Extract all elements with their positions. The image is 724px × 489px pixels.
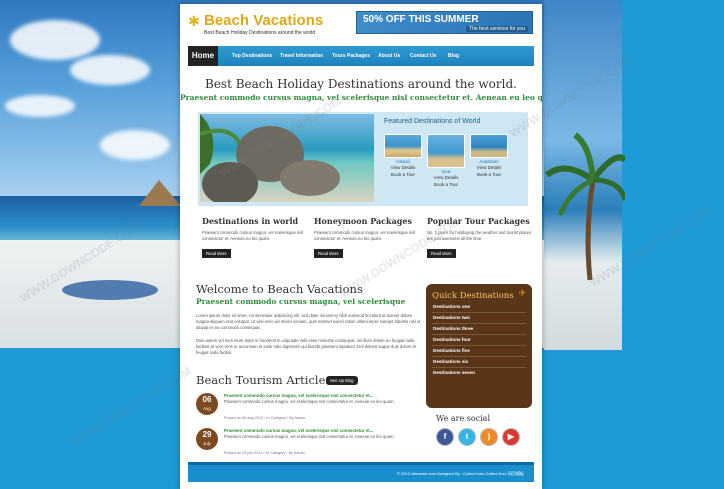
divider — [432, 323, 526, 324]
article-item: 29 July Praesent commodo cursus magna, v… — [196, 428, 406, 462]
article-meta: Posted on 29 july 2012 / In Category / B… — [224, 451, 305, 455]
quick-destination-link[interactable]: Destinations one — [433, 304, 470, 309]
welcome-title: Welcome to Beach Vacations — [196, 282, 363, 296]
quick-destination-link[interactable]: Destinations four — [433, 337, 471, 342]
column-title: Honeymoon Packages — [314, 216, 412, 226]
book-tour-link[interactable]: Book a Tour — [384, 171, 422, 178]
see-blog-button[interactable]: See Up Blog — [326, 376, 358, 385]
column-text: Praesent commodo cursus magna, vel scele… — [202, 230, 304, 241]
plane-icon: ✈ — [518, 288, 526, 298]
divider — [432, 356, 526, 357]
beach-rocks-image — [200, 114, 340, 202]
featured-card-andaman: Andaman View Details Book a Tour — [470, 134, 508, 178]
article-excerpt: Praesent commodo cursus magna, vel scele… — [224, 434, 395, 439]
background-cloud — [10, 20, 100, 60]
book-tour-link[interactable]: Book a Tour — [470, 171, 508, 178]
article-item: 06 Aug Praesent commodo cursus magna, ve… — [196, 393, 406, 427]
background-right-panel — [622, 0, 724, 489]
twitter-icon[interactable]: t — [458, 428, 476, 446]
destination-thumbnail[interactable] — [427, 134, 465, 168]
book-tour-link[interactable]: Book a Tour — [427, 181, 465, 188]
featured-photo[interactable] — [200, 114, 374, 202]
nav-top-destinations[interactable]: Top Destinations — [232, 46, 272, 66]
nav-home[interactable]: Home — [188, 46, 218, 66]
nav-blog[interactable]: Blog — [448, 46, 459, 66]
footer: © 2012 sitename.com Designed By : Collec… — [188, 462, 534, 482]
read-more-button[interactable]: Read More — [314, 249, 343, 258]
palm-tree-icon — [545, 132, 625, 280]
destination-thumbnail[interactable] — [470, 134, 508, 158]
beach-shadow — [62, 280, 158, 300]
social-title: We are social — [436, 414, 491, 423]
nav-tours-packages[interactable]: Tours Packages — [332, 46, 370, 66]
read-more-button[interactable]: Read More — [202, 249, 231, 258]
quick-destinations-panel: Quick Destinations ✈ Destinations one De… — [426, 284, 532, 408]
column-destinations: Destinations in world Praesent commodo c… — [202, 216, 310, 260]
rss-icon[interactable]: ) — [480, 428, 498, 446]
article-meta: Posted on 06 aug 2012 / In Category / By… — [224, 416, 306, 420]
background-cloud — [70, 55, 150, 85]
column-title: Popular Tour Packages — [427, 216, 530, 226]
header: ✱ Beach Vacations Best Beach Holiday Des… — [180, 4, 542, 46]
youtube-icon[interactable]: ▶ — [502, 428, 520, 446]
divider — [432, 367, 526, 368]
article-title-link[interactable]: Praesent commodo cursus magna, vel scele… — [224, 393, 373, 398]
logo-tagline: Best Beach Holiday Destinations around t… — [204, 30, 316, 36]
main-page: ✱ Beach Vacations Best Beach Holiday Des… — [180, 4, 542, 489]
welcome-section: Welcome to Beach Vacations Praesent comm… — [196, 282, 426, 356]
article-title-link[interactable]: Praesent commodo cursus magna, vel scele… — [224, 428, 373, 433]
quick-destination-link[interactable]: Destinations two — [433, 315, 470, 320]
column-text: Praesent commodo cursus magna, vel scele… — [314, 230, 416, 241]
view-details-link[interactable]: View Details — [427, 174, 465, 181]
footer-text: © 2012 sitename.com Designed By : Collec… — [397, 471, 524, 476]
column-honeymoon: Honeymoon Packages Praesent commodo curs… — [314, 216, 422, 260]
promo-banner[interactable]: 50% OFF THIS SUMMER The best services fo… — [356, 11, 533, 34]
promo-banner-title: 50% OFF THIS SUMMER — [363, 14, 479, 25]
view-details-link[interactable]: View Details — [470, 164, 508, 171]
nav-travel-information[interactable]: Travel Information — [280, 46, 323, 66]
welcome-subtitle: Praesent commodo cursus magna, vel scele… — [196, 297, 406, 306]
background-cloud — [5, 95, 75, 117]
featured-card-goa: Goa View Details Book a Tour — [427, 134, 465, 188]
welcome-paragraph: Duis autem vel eum iriure dolor in hendr… — [196, 338, 417, 355]
article-month: Aug — [203, 406, 211, 411]
quick-destination-link[interactable]: Destinations seven — [433, 370, 475, 375]
hero-subtitle: Praesent commodo cursus magna, vel scele… — [180, 93, 542, 102]
article-date-badge: 29 July — [196, 428, 218, 450]
article-day: 06 — [202, 395, 212, 404]
quick-destination-link[interactable]: Destinations three — [433, 326, 473, 331]
featured-destinations-title: Featured Destinations of World — [384, 118, 481, 125]
nav-contact-us[interactable]: Contact Us — [410, 46, 436, 66]
read-more-button[interactable]: Read More — [427, 249, 456, 258]
divider — [432, 334, 526, 335]
background-cloud — [100, 130, 170, 160]
featured-card-hawaii: Hawaii View Details Book a Tour — [384, 134, 422, 178]
facebook-icon[interactable]: f — [436, 428, 454, 446]
palm-logo-icon: ✱ — [188, 13, 200, 29]
article-month: July — [203, 441, 211, 446]
nav-about-us[interactable]: About Us — [378, 46, 400, 66]
article-date-badge: 06 Aug — [196, 393, 218, 415]
view-details-link[interactable]: View Details — [384, 164, 422, 171]
article-day: 29 — [202, 430, 212, 439]
featured-section: Featured Destinations of World Hawaii Vi… — [198, 112, 528, 206]
quick-destination-link[interactable]: Destinations six — [433, 359, 468, 364]
column-popular-tours: Popular Tour Packages No. 1 place for ho… — [427, 216, 535, 260]
promo-banner-subtitle: The best services for you — [466, 26, 528, 32]
beach-hut-icon — [139, 180, 181, 206]
hero-title: Best Beach Holiday Destinations around t… — [205, 77, 517, 91]
quick-destination-link[interactable]: Destinations five — [433, 348, 470, 353]
divider — [432, 345, 526, 346]
divider — [432, 312, 526, 313]
destination-thumbnail[interactable] — [384, 134, 422, 158]
articles-title: Beach Tourism Articles — [196, 373, 332, 387]
main-nav: Home Top Destinations Travel Information… — [188, 46, 534, 66]
welcome-paragraph: Lorem ipsum dolor sit amet, consectetuer… — [196, 313, 421, 330]
column-title: Destinations in world — [202, 216, 299, 226]
column-text: No. 1 place for holidaying the weather a… — [427, 230, 532, 241]
article-excerpt: Praesent commodo cursus magna, vel scele… — [224, 399, 395, 404]
logo-title[interactable]: Beach Vacations — [204, 12, 323, 29]
quick-destinations-title: Quick Destinations — [432, 291, 514, 301]
